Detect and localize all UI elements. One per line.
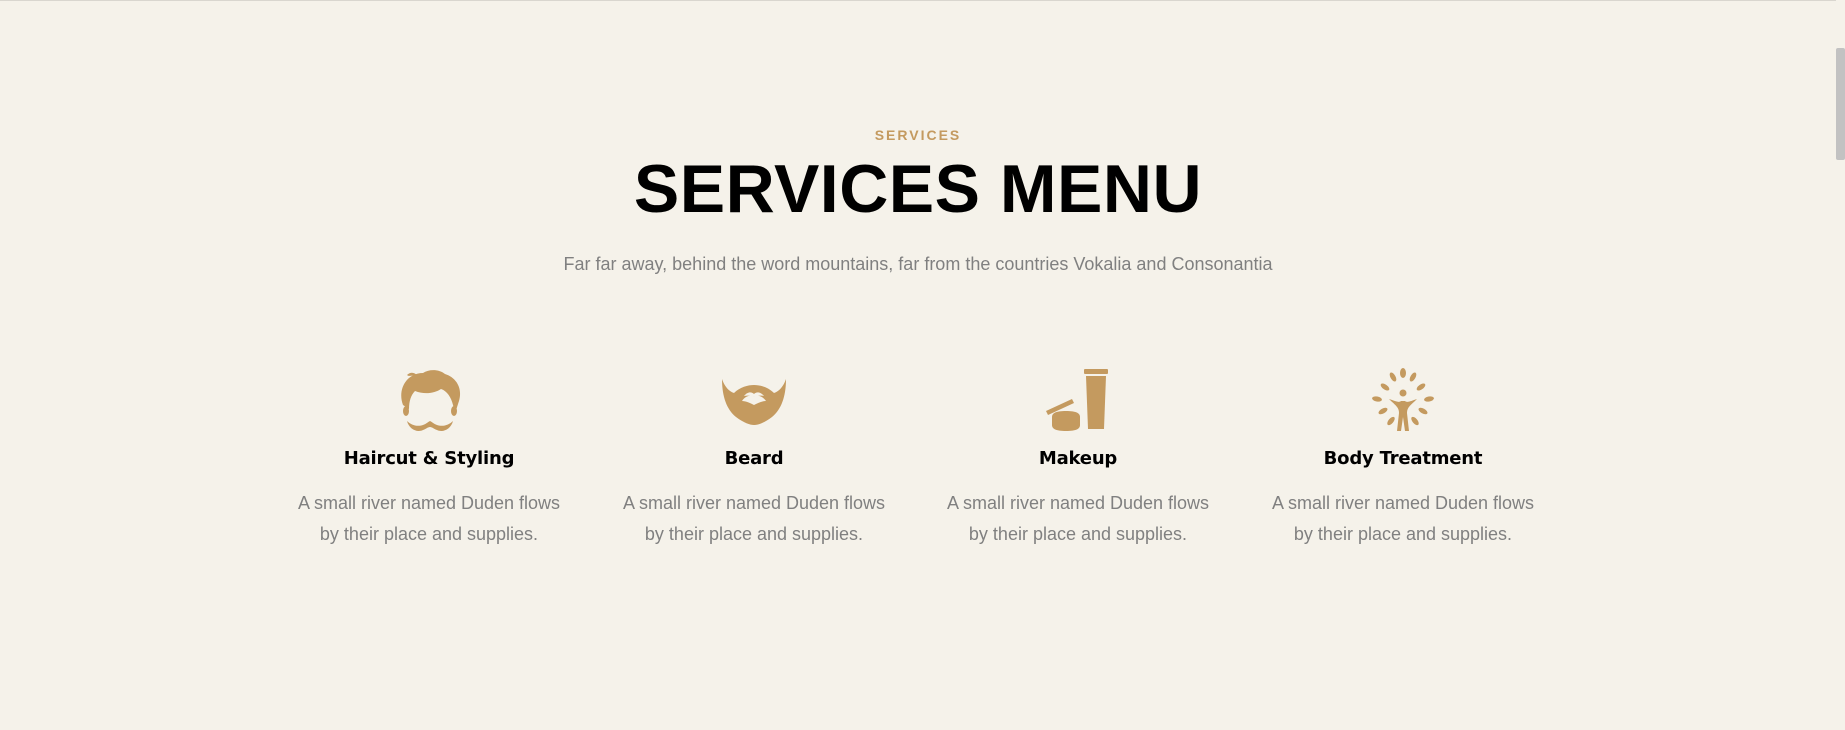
service-description-line: A small river named Duden flows <box>622 493 886 513</box>
service-description-line: by their place and supplies. <box>644 524 864 544</box>
service-title: Beard <box>724 448 784 469</box>
service-description: A small river named Duden flows by their… <box>294 488 564 550</box>
service-description-line: by their place and supplies. <box>1293 524 1513 544</box>
service-description-line: by their place and supplies. <box>319 524 539 544</box>
section-heading: SERVICES MENU <box>633 151 1203 227</box>
service-description-line: A small river named Duden flows <box>297 493 561 513</box>
service-item-beard: Beard A small river named Duden flows by… <box>614 365 894 550</box>
service-item-makeup: Makeup A small river named Duden flows b… <box>938 365 1218 550</box>
service-description: A small river named Duden flows by their… <box>943 488 1213 550</box>
beard-icon <box>718 365 790 437</box>
service-description-line: A small river named Duden flows <box>1271 493 1535 513</box>
section-lead: Far far away, behind the word mountains,… <box>563 254 1273 274</box>
body-treatment-icon <box>1367 365 1439 437</box>
service-title: Makeup <box>1038 448 1118 469</box>
services-section: SERVICES SERVICES MENU Far far away, beh… <box>0 0 1836 730</box>
service-title: Haircut & Styling <box>343 448 515 469</box>
makeup-icon <box>1042 365 1114 437</box>
section-subheading: SERVICES <box>874 127 962 143</box>
service-item-haircut: Haircut & Styling A small river named Du… <box>289 365 569 550</box>
scrollbar-thumb[interactable] <box>1836 48 1845 160</box>
haircut-mustache-icon <box>393 365 465 437</box>
page-scrollbar[interactable] <box>1836 0 1845 730</box>
service-description-line: by their place and supplies. <box>968 524 1188 544</box>
service-description: A small river named Duden flows by their… <box>619 488 889 550</box>
service-title: Body Treatment <box>1323 448 1483 469</box>
service-description: A small river named Duden flows by their… <box>1268 488 1538 550</box>
service-item-body-treatment: Body Treatment A small river named Duden… <box>1263 365 1543 550</box>
service-description-line: A small river named Duden flows <box>946 493 1210 513</box>
